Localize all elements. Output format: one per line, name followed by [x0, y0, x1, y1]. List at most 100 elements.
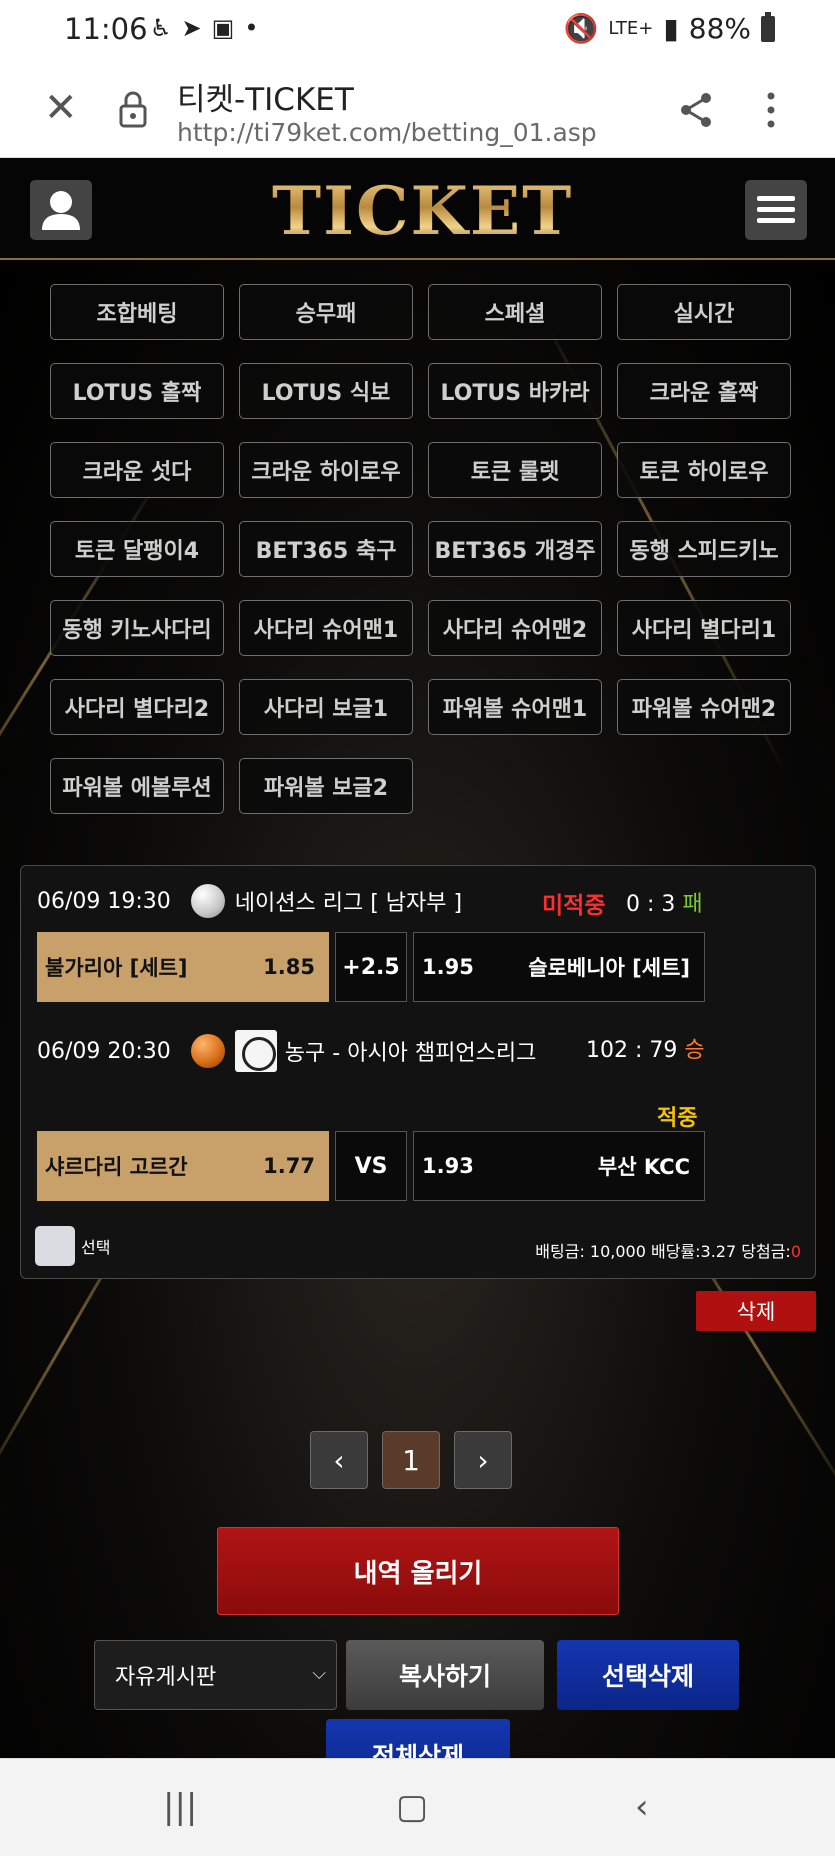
menu-item[interactable]: 스페셜	[428, 284, 602, 340]
select-row: 선택	[35, 1226, 110, 1266]
hamburger-icon	[757, 196, 795, 229]
prev-page-button[interactable]: ‹	[310, 1431, 368, 1489]
bet-summary-text: 배팅금: 10,000 배당률:3.27 당첨금:	[535, 1242, 791, 1261]
lock-icon	[119, 91, 147, 128]
game-score: 0 : 3 패	[626, 886, 703, 918]
league-logo-icon	[234, 1030, 277, 1072]
menu-item[interactable]: 크라운 섯다	[50, 442, 224, 498]
upload-history-button[interactable]: 내역 올리기	[217, 1527, 619, 1615]
menu-item[interactable]: 토큰 룰렛	[428, 442, 602, 498]
select-checkbox[interactable]	[35, 1226, 75, 1266]
accessibility-icon: ♿	[150, 14, 172, 42]
delete-button[interactable]: 삭제	[696, 1291, 816, 1331]
result-label: 패	[682, 892, 703, 917]
board-select-value: 자유게시판	[115, 1665, 217, 1690]
menu-item[interactable]: LOTUS 바카라	[428, 363, 602, 419]
status-time: 11:06	[64, 12, 148, 46]
home-team: 불가리아 [세트]	[45, 956, 188, 980]
away-odds-button[interactable]: 1.93 부산 KCC	[413, 1131, 705, 1201]
score-value: 0 : 3	[626, 892, 676, 917]
pagination: ‹ 1 ›	[310, 1431, 512, 1489]
main-content: 조합베팅 승무패 스페셜 실시간 LOTUS 홀짝 LOTUS 식보 LOTUS 바카라 크라…	[0, 260, 835, 1758]
menu-item[interactable]: 승무패	[239, 284, 413, 340]
select-label: 선택	[81, 1238, 111, 1257]
game-datetime: 06/09 19:30	[37, 888, 171, 914]
delete-selected-button[interactable]: 선택삭제	[557, 1640, 739, 1710]
delete-all-button[interactable]: 전체삭제	[326, 1719, 510, 1758]
handicap-cell: +2.5	[335, 932, 407, 1002]
browser-toolbar: ✕ 티켓-TICKET http://ti79ket.com/betting_0…	[0, 60, 835, 158]
battery-icon	[761, 11, 775, 42]
winnings-value: 0	[790, 1242, 801, 1261]
copy-button[interactable]: 복사하기	[346, 1640, 544, 1710]
menu-item[interactable]: LOTUS 홀짝	[50, 363, 224, 419]
menu-item[interactable]: 파워볼 슈어맨1	[428, 679, 602, 735]
home-odds-button[interactable]: 불가리아 [세트] 1.85	[37, 932, 329, 1002]
menu-item[interactable]: 사다리 슈어맨2	[428, 600, 602, 656]
score-value: 102 : 79	[586, 1038, 678, 1063]
mute-icon: 🔇	[563, 12, 599, 45]
signal-icon: ▮	[663, 12, 679, 45]
menu-item[interactable]: BET365 축구	[239, 521, 413, 577]
site-logo[interactable]: TICKET	[272, 172, 573, 250]
user-button[interactable]	[30, 180, 92, 240]
home-odds-button[interactable]: 샤르다리 고르간 1.77	[37, 1131, 329, 1201]
bet-status: 미적중	[542, 893, 606, 919]
away-odds-button[interactable]: 1.95 슬로베니아 [세트]	[413, 932, 705, 1002]
user-icon	[42, 191, 80, 230]
next-page-button[interactable]: ›	[454, 1431, 512, 1489]
menu-item[interactable]: 파워볼 보글2	[239, 758, 413, 814]
menu-item[interactable]: 토큰 달팽이4	[50, 521, 224, 577]
volleyball-icon	[190, 884, 225, 918]
away-odds: 1.95	[422, 955, 474, 979]
recent-apps-icon[interactable]: |||	[163, 1787, 197, 1827]
menu-item[interactable]: 사다리 별다리2	[50, 679, 224, 735]
bet-summary: 배팅금: 10,000 배당률:3.27 당첨금:0	[535, 1238, 801, 1262]
league-name: 농구 - 아시아 챔피언스리그	[284, 1041, 537, 1066]
chevron-down-icon: ⌵	[312, 1663, 326, 1684]
basketball-icon	[190, 1034, 225, 1068]
menu-item[interactable]: 조합베팅	[50, 284, 224, 340]
handicap-cell: VS	[335, 1131, 407, 1201]
menu-item[interactable]: 사다리 보글1	[239, 679, 413, 735]
menu-item[interactable]: 사다리 별다리1	[617, 600, 791, 656]
game-header: 06/09 20:30 농구 - 아시아 챔피언스리그	[37, 1030, 536, 1072]
back-icon[interactable]: ‹	[635, 1787, 649, 1827]
menu-item[interactable]: LOTUS 식보	[239, 363, 413, 419]
game-menu-grid: 조합베팅 승무패 스페셜 실시간 LOTUS 홀짝 LOTUS 식보 LOTUS 바카라 크라…	[50, 284, 791, 814]
more-options-icon[interactable]	[765, 90, 777, 130]
system-nav-bar: ||| ▢ ‹	[0, 1758, 835, 1856]
bet-status: 적중	[657, 1106, 698, 1131]
system-icons: 🔇 LTE+ ▮ 88%	[563, 11, 775, 45]
odds-row: 샤르다리 고르간 1.77 VS 1.93 부산 KCC	[37, 1131, 705, 1201]
home-odds: 1.85	[263, 955, 315, 979]
menu-item[interactable]: 파워볼 슈어맨2	[617, 679, 791, 735]
home-icon[interactable]: ▢	[396, 1787, 428, 1827]
menu-button[interactable]	[745, 180, 807, 240]
share-icon[interactable]	[676, 90, 716, 130]
menu-item[interactable]: 동행 스피드키노	[617, 521, 791, 577]
network-label: LTE+	[608, 18, 654, 39]
url-text[interactable]: http://ti79ket.com/betting_01.asp	[177, 118, 597, 147]
away-team: 부산 KCC	[597, 1155, 690, 1179]
bet-history-panel: 06/09 19:30 네이션스 리그 [ 남자부 ] 미적중 0 : 3 패 …	[20, 865, 816, 1279]
home-team: 샤르다리 고르간	[45, 1155, 188, 1179]
menu-item[interactable]: 실시간	[617, 284, 791, 340]
status-bar: 11:06 ♿ ➤ ▣ • 🔇 LTE+ ▮ 88%	[0, 0, 835, 60]
menu-item[interactable]: 크라운 하이로우	[239, 442, 413, 498]
menu-item[interactable]: 크라운 홀짝	[617, 363, 791, 419]
result-label: 승	[684, 1038, 705, 1063]
away-team: 슬로베니아 [세트]	[528, 956, 690, 980]
menu-item[interactable]: 토큰 하이로우	[617, 442, 791, 498]
game-score: 102 : 79 승	[586, 1032, 705, 1064]
page-1-button[interactable]: 1	[382, 1431, 440, 1489]
gallery-icon: ▣	[211, 14, 235, 42]
menu-item[interactable]: 동행 키노사다리	[50, 600, 224, 656]
menu-item[interactable]: 사다리 슈어맨1	[239, 600, 413, 656]
close-icon[interactable]: ✕	[44, 88, 84, 128]
site-header: TICKET	[0, 158, 835, 260]
game-header: 06/09 19:30 네이션스 리그 [ 남자부 ]	[37, 884, 462, 918]
board-select[interactable]: 자유게시판 ⌵	[94, 1640, 337, 1710]
menu-item[interactable]: 파워볼 에볼루션	[50, 758, 224, 814]
menu-item[interactable]: BET365 개경주	[428, 521, 602, 577]
